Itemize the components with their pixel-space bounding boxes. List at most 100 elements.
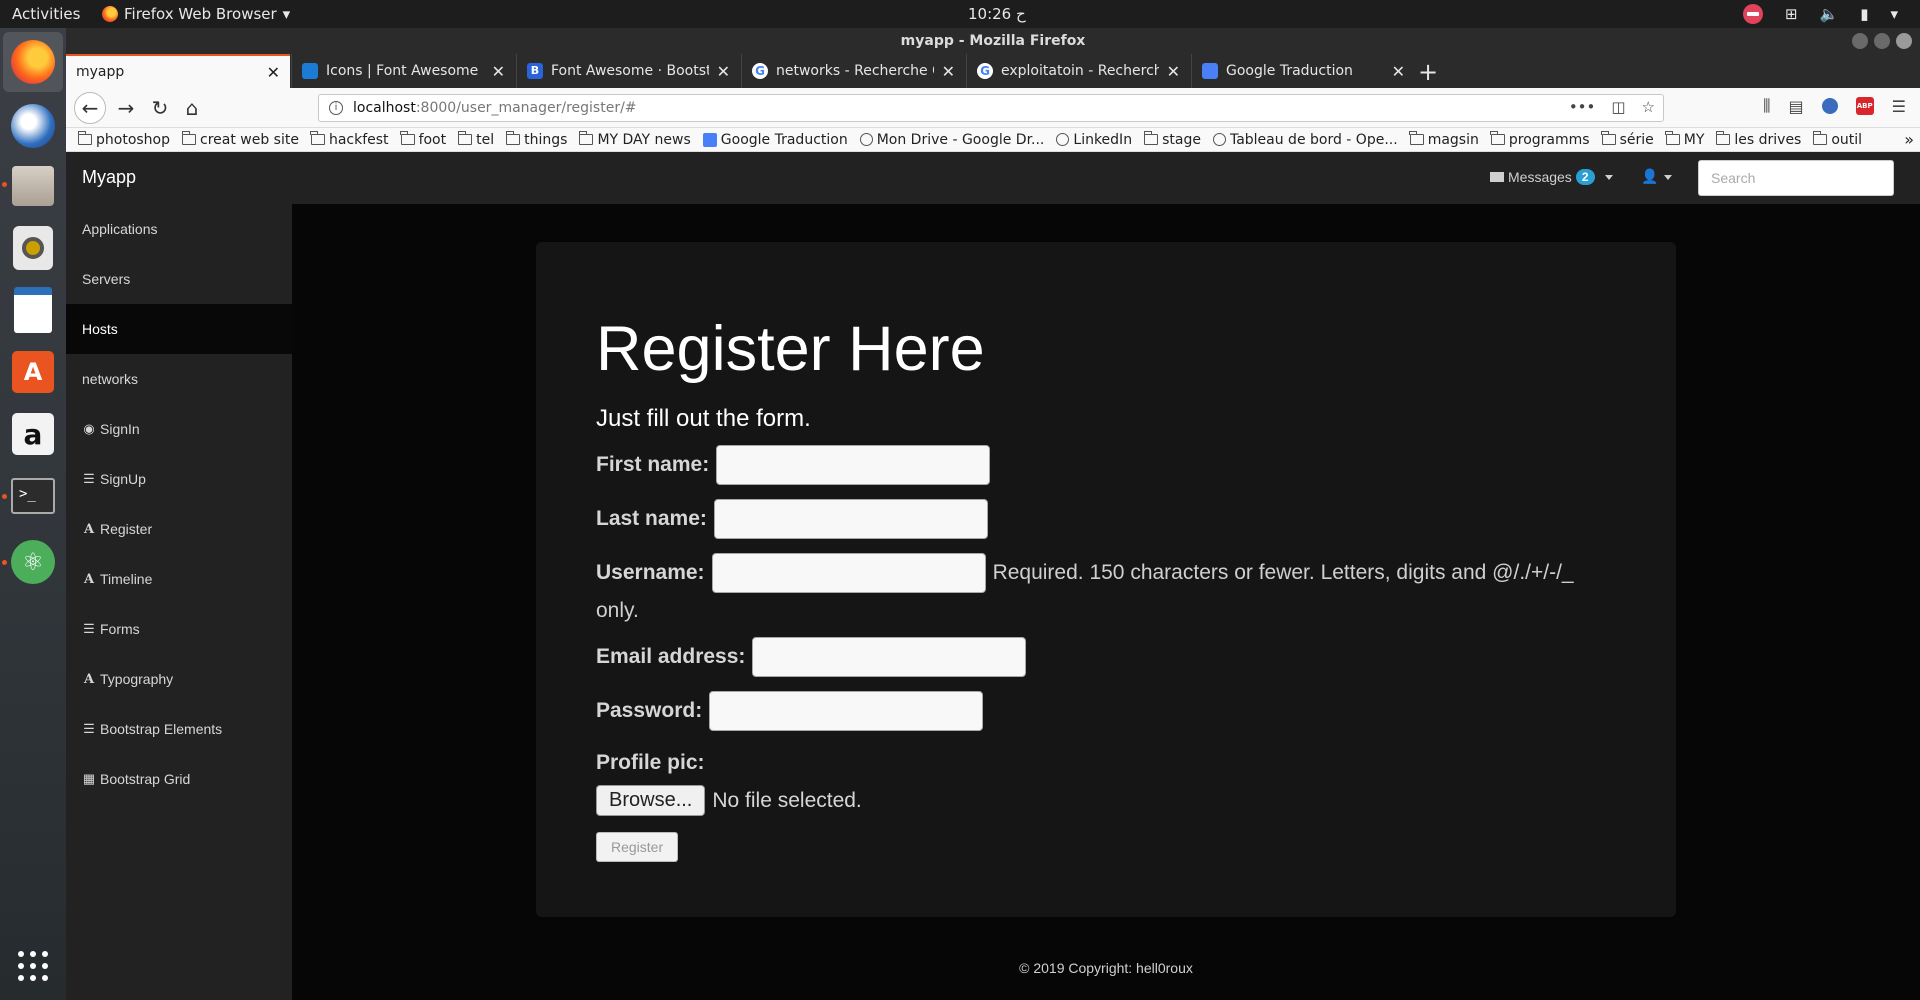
window-titlebar[interactable]: myapp - Mozilla Firefox (66, 28, 1920, 54)
tab-myapp[interactable]: myapp ✕ (66, 54, 290, 88)
sidebar-item-bootstrap-elements[interactable]: ☰ Bootstrap Elements (66, 704, 292, 754)
bookmark-item[interactable]: programms (1490, 131, 1590, 148)
chevron-right-icon[interactable]: » (1904, 130, 1914, 149)
sidebar-item-hosts[interactable]: Hosts (66, 304, 292, 354)
messages-dropdown[interactable]: Messages 2 (1490, 169, 1613, 185)
bookmark-item[interactable]: creat web site (181, 131, 299, 148)
search-input[interactable] (1698, 160, 1894, 196)
bookmark-label: foot (418, 131, 447, 148)
home-button[interactable]: ⌂ (178, 94, 206, 122)
app-menu[interactable]: Firefox Web Browser ▾ (102, 5, 290, 23)
bookmark-item[interactable]: série (1601, 131, 1654, 148)
last-name-label: Last name: (596, 507, 707, 530)
sidebar-item-signin[interactable]: ◉ SignIn (66, 404, 292, 454)
password-field[interactable] (709, 691, 984, 731)
tab-networks-search[interactable]: G networks - Recherche Go ✕ (741, 54, 965, 88)
sidebar-item-typography[interactable]: A Typography (66, 654, 292, 704)
user-dropdown[interactable]: 👤 (1641, 169, 1673, 185)
bookmark-item[interactable]: MY DAY news (578, 131, 691, 148)
dock-terminal[interactable]: >_ (9, 472, 57, 520)
forward-button[interactable]: → (112, 94, 140, 122)
dock-files[interactable] (9, 162, 57, 210)
pocket-icon[interactable]: ◫ (1611, 98, 1625, 116)
dock-atom[interactable]: ⚛ (9, 538, 57, 586)
new-tab-button[interactable]: + (1418, 58, 1438, 86)
dock-writer[interactable] (9, 286, 57, 334)
brand-link[interactable]: Myapp (82, 167, 136, 188)
tab-google-traduction[interactable]: Google Traduction ✕ (1191, 54, 1415, 88)
sidebar-item-bootstrap-grid[interactable]: ▦ Bootstrap Grid (66, 754, 292, 804)
browse-button[interactable]: Browse... (596, 785, 706, 816)
sidebar-item-signup[interactable]: ☰ SignUp (66, 454, 292, 504)
more-icon[interactable]: ••• (1569, 98, 1596, 116)
show-applications-button[interactable] (9, 942, 57, 990)
maximize-button[interactable] (1874, 33, 1890, 49)
close-window-button[interactable] (1896, 33, 1912, 49)
bookmark-item[interactable]: LinkedIn (1056, 132, 1132, 148)
sidebar-item-timeline[interactable]: A Timeline (66, 554, 292, 604)
close-icon[interactable]: ✕ (267, 63, 280, 82)
close-icon[interactable]: ✕ (1167, 62, 1180, 81)
bookmark-item[interactable]: Tableau de bord - Ope... (1212, 132, 1398, 148)
back-button[interactable]: ← (74, 92, 106, 124)
tab-font-awesome-bootstrap[interactable]: B Font Awesome · Bootstr ✕ (516, 54, 740, 88)
sidebar-item-label: networks (82, 371, 139, 387)
sidebar-item-label: Applications (82, 221, 158, 237)
sidebar-item-forms[interactable]: ☰ Forms (66, 604, 292, 654)
bookmark-item[interactable]: hackfest (310, 131, 389, 148)
folder-icon (505, 131, 521, 145)
close-icon[interactable]: ✕ (942, 62, 955, 81)
reload-button[interactable]: ↻ (146, 94, 174, 122)
bookmark-item[interactable]: MY (1665, 131, 1704, 148)
email-field[interactable] (752, 637, 1027, 677)
minimize-button[interactable] (1852, 33, 1868, 49)
bookmark-item[interactable]: Mon Drive - Google Dr... (859, 132, 1044, 148)
tab-exploitatoin-search[interactable]: G exploitatoin - Recherche ✕ (966, 54, 1190, 88)
bookmark-item[interactable]: foot (400, 131, 447, 148)
sidebar-item-register[interactable]: A Register (66, 504, 292, 554)
menu-icon[interactable]: ☰ (1892, 97, 1906, 116)
sidebar-item-servers[interactable]: Servers (66, 254, 292, 304)
extension-icon[interactable] (1821, 98, 1838, 114)
close-icon[interactable]: ✕ (717, 62, 730, 81)
bookmark-item[interactable]: Google Traduction (702, 132, 848, 148)
system-tray[interactable]: ⊞ 🔈 ▮ ▾ (1742, 4, 1898, 24)
bookmark-label: magsin (1427, 131, 1479, 148)
bookmark-item[interactable]: outil (1812, 131, 1862, 148)
url-bar[interactable]: i localhost :8000/user_manager/register/… (318, 94, 1664, 122)
bookmark-item[interactable]: les drives (1715, 131, 1801, 148)
caret-down-icon (1604, 174, 1613, 180)
sidebar-icon[interactable]: ▤ (1789, 97, 1804, 116)
sidebar-item-networks[interactable]: networks (66, 354, 292, 404)
clock[interactable]: 10:26 ح (968, 5, 1026, 23)
tab-font-awesome-icons[interactable]: Icons | Font Awesome ✕ (291, 54, 515, 88)
username-field[interactable] (711, 553, 986, 593)
info-icon[interactable]: i (329, 101, 343, 115)
close-icon[interactable]: ✕ (1392, 62, 1405, 81)
dock-firefox[interactable] (3, 32, 63, 92)
bookmark-item[interactable]: stage (1143, 131, 1201, 148)
first-name-field[interactable] (716, 445, 991, 485)
bookmark-item[interactable]: magsin (1409, 131, 1479, 148)
adblock-icon[interactable]: ABP (1855, 97, 1874, 115)
dock-amazon[interactable]: a (9, 410, 57, 458)
dock-rhythmbox[interactable] (9, 224, 57, 272)
dock-thunderbird[interactable] (9, 102, 57, 150)
bookmark-item[interactable]: tel (457, 131, 494, 148)
atom-icon: ⚛ (11, 540, 55, 584)
library-icon[interactable]: ⫼ (1763, 96, 1770, 116)
activities-button[interactable]: Activities (12, 5, 80, 23)
last-name-field[interactable] (713, 499, 988, 539)
flag-icon (302, 63, 318, 79)
register-button[interactable]: Register (596, 832, 679, 862)
dock-software[interactable]: A (9, 348, 57, 396)
folder-icon (1812, 131, 1828, 145)
do-not-disturb-icon[interactable] (1742, 4, 1763, 24)
sidebar-item-applications[interactable]: Applications (66, 204, 292, 254)
folder-icon (1409, 131, 1424, 145)
bookmark-item[interactable]: things (505, 131, 567, 148)
star-icon[interactable]: ☆ (1642, 98, 1655, 116)
close-icon[interactable]: ✕ (492, 62, 505, 81)
sidebar-item-label: Typography (100, 671, 174, 687)
bookmark-item[interactable]: photoshop (77, 131, 170, 148)
